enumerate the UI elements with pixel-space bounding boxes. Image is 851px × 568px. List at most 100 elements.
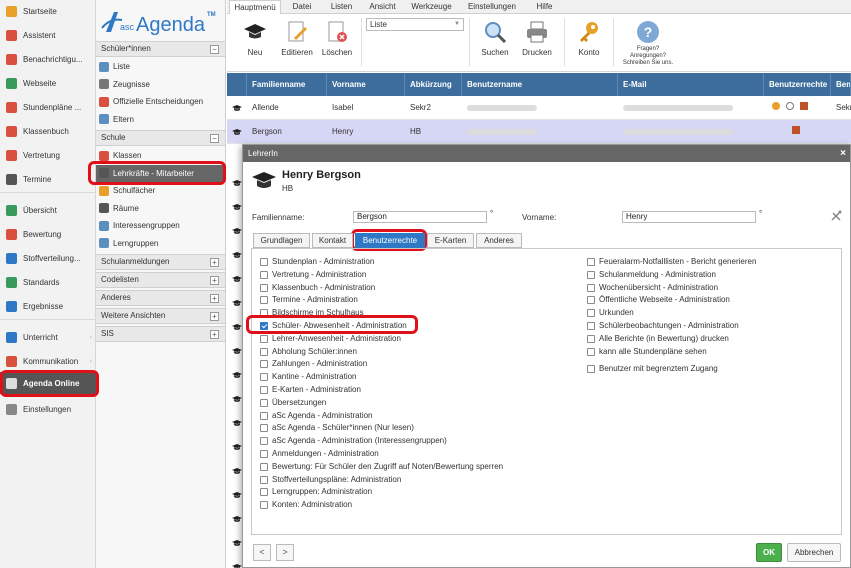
nav-item-curriculum[interactable]: Stoffverteilung...: [0, 247, 96, 269]
checkbox-unchecked[interactable]: [260, 347, 268, 356]
section-schueler[interactable]: Schüler*innen −: [96, 41, 225, 57]
checkbox-unchecked[interactable]: [260, 258, 268, 266]
close-icon[interactable]: ×: [840, 145, 846, 162]
account-button[interactable]: Konto: [567, 18, 611, 68]
permission-checkbox[interactable]: kann alle Stundenpläne sehen: [587, 346, 707, 358]
checkbox-unchecked[interactable]: [260, 283, 268, 292]
checkbox-unchecked[interactable]: [260, 373, 268, 382]
checkbox-unchecked[interactable]: [260, 360, 268, 369]
column-header[interactable]: Familienname: [247, 73, 327, 96]
nav-item-wand[interactable]: Assistent: [0, 24, 96, 46]
edit-button[interactable]: Editieren: [275, 18, 319, 68]
subnav-item[interactable]: Eltern: [96, 111, 225, 128]
checkbox-unchecked[interactable]: [260, 462, 268, 471]
permission-checkbox[interactable]: Vertretung - Administration: [260, 269, 366, 281]
permission-checkbox[interactable]: Anmeldungen - Administration: [260, 448, 379, 460]
permission-checkbox[interactable]: Feueralarm-Notfalllisten - Bericht gener…: [587, 256, 756, 268]
nav-item-mail[interactable]: Benachrichtigu...: [0, 48, 96, 70]
section-schulanmeldungen[interactable]: Schulanmeldungen +: [96, 254, 225, 270]
expand-icon[interactable]: +: [210, 294, 219, 303]
expand-icon[interactable]: +: [210, 330, 219, 339]
vorname-input[interactable]: Henry: [622, 211, 756, 223]
section-sis[interactable]: SIS +: [96, 326, 225, 342]
nav-item-chat[interactable]: Kommunikation ›: [0, 350, 96, 372]
tab-4[interactable]: Werkzeuge: [405, 0, 458, 14]
column-header[interactable]: Abkürzung: [405, 73, 462, 96]
nav-item-substitution[interactable]: Vertretung: [0, 144, 96, 166]
tab-5[interactable]: Einstellungen: [462, 0, 522, 14]
table-row[interactable]: Allende Isabel Sekr2 Sekr: [227, 96, 851, 120]
collapse-icon[interactable]: −: [210, 45, 219, 54]
checkbox-unchecked[interactable]: [587, 322, 595, 330]
checkbox-unchecked[interactable]: [260, 475, 268, 484]
nav-item-shield[interactable]: Standards: [0, 271, 96, 293]
checkbox-unchecked[interactable]: [260, 411, 268, 420]
checkbox-unchecked[interactable]: [260, 488, 268, 497]
permission-checkbox[interactable]: Urkunden: [587, 307, 634, 319]
subnav-item[interactable]: Räume: [96, 200, 225, 217]
table-row[interactable]: Bergson Henry HB: [227, 120, 851, 144]
expand-icon[interactable]: +: [210, 276, 219, 285]
checkbox-unchecked[interactable]: [587, 296, 595, 305]
permission-checkbox[interactable]: Abholung Schüler:innen: [260, 346, 357, 358]
nav-item-chart[interactable]: Ergebnisse: [0, 295, 96, 317]
dialog-tab-4[interactable]: Anderes: [476, 233, 522, 248]
tools-icon[interactable]: [830, 210, 842, 222]
next-button[interactable]: >: [276, 544, 294, 561]
list-select[interactable]: Liste ▼: [366, 18, 464, 31]
permission-checkbox[interactable]: Öffentliche Webseite - Administration: [587, 294, 730, 306]
feedback-button[interactable]: ? Fragen? Anregungen? Schreiben Sie uns.: [619, 18, 677, 68]
nav-item-home[interactable]: Startseite: [0, 0, 96, 22]
section-anderes[interactable]: Anderes +: [96, 290, 225, 306]
permission-checkbox[interactable]: Stundenplan - Administration: [260, 256, 374, 268]
checkbox-unchecked[interactable]: [260, 437, 268, 446]
nav-item-class[interactable]: Unterricht ›: [0, 326, 96, 348]
permission-checkbox[interactable]: Zahlungen - Administration: [260, 358, 367, 370]
nav-item-timetable[interactable]: Stundenpläne ...: [0, 96, 96, 118]
checkbox-unchecked[interactable]: [260, 296, 268, 305]
nav-item-globe[interactable]: Webseite: [0, 72, 96, 94]
permission-checkbox[interactable]: Konten: Administration: [260, 499, 352, 511]
previous-button[interactable]: <: [253, 544, 271, 561]
permission-checkbox[interactable]: Stoffverteilungspläne: Administration: [260, 474, 401, 486]
permission-checkbox[interactable]: E-Karten - Administration: [260, 384, 361, 396]
column-header[interactable]: Benutzerrechte: [764, 73, 831, 96]
checkbox-unchecked[interactable]: [260, 334, 268, 343]
subnav-item[interactable]: Offizielle Entscheidungen: [96, 93, 225, 110]
subnav-item[interactable]: Interessengruppen: [96, 217, 225, 234]
permission-checkbox[interactable]: aSc Agenda - Schüler*innen (Nur lesen): [260, 422, 414, 434]
tab-1[interactable]: Datei: [285, 0, 319, 14]
nav-item-grade[interactable]: Bewertung: [0, 223, 96, 245]
column-header[interactable]: E-Mail: [618, 73, 764, 96]
checkbox-unchecked[interactable]: [587, 334, 595, 343]
new-button[interactable]: Neu: [233, 18, 277, 68]
checkbox-unchecked[interactable]: [260, 501, 268, 510]
limited-access-checkbox[interactable]: Benutzer mit begrenztem Zugang: [587, 363, 718, 375]
print-button[interactable]: Drucken: [515, 18, 559, 68]
permission-checkbox[interactable]: Wochenübersicht - Administration: [587, 282, 718, 294]
collapse-icon[interactable]: −: [210, 134, 219, 143]
checkbox-unchecked[interactable]: [587, 258, 595, 266]
subnav-item[interactable]: Lerngruppen: [96, 235, 225, 252]
dialog-tab-2[interactable]: Benutzerrechte: [355, 233, 425, 248]
column-header[interactable]: Bem: [831, 73, 851, 96]
dialog-tab-0[interactable]: Grundlagen: [253, 233, 310, 248]
permission-checkbox[interactable]: Schülerbeobachtungen - Administration: [587, 320, 739, 332]
permission-checkbox[interactable]: Termine - Administration: [260, 294, 358, 306]
checkbox-unchecked[interactable]: [587, 270, 595, 279]
ok-button[interactable]: OK: [756, 543, 782, 562]
section-codelisten[interactable]: Codelisten +: [96, 272, 225, 288]
nav-item-gear[interactable]: Einstellungen: [0, 398, 96, 420]
tab-0[interactable]: Hauptmenü: [229, 0, 281, 15]
permission-checkbox[interactable]: aSc Agenda - Administration (Interesseng…: [260, 435, 447, 447]
checkbox-unchecked[interactable]: [587, 283, 595, 292]
permission-checkbox[interactable]: Bewertung: Für Schüler den Zugriff auf N…: [260, 461, 503, 473]
permission-checkbox[interactable]: Klassenbuch - Administration: [260, 282, 375, 294]
tab-6[interactable]: Hilfe: [528, 0, 561, 14]
dialog-tab-1[interactable]: Kontakt: [312, 233, 353, 248]
checkbox-unchecked[interactable]: [260, 450, 268, 458]
checkbox-unchecked[interactable]: [260, 386, 268, 394]
checkbox-unchecked[interactable]: [587, 347, 595, 356]
section-weitere[interactable]: Weitere Ansichten +: [96, 308, 225, 324]
expand-icon[interactable]: +: [210, 258, 219, 267]
